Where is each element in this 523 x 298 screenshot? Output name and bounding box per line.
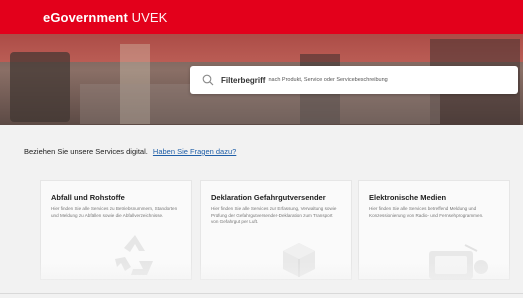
card-description: Hier finden Sie alle Services zur Erfass… <box>211 206 337 224</box>
brand-name: eGovernment <box>43 9 128 25</box>
card-title: Elektronische Medien <box>369 193 447 202</box>
card-description: Hier finden Sie alle Services zu Betrieb… <box>51 206 178 218</box>
search-icon <box>202 74 214 86</box>
divider <box>0 293 523 294</box>
intro-sentence: Beziehen Sie unsere Services digital. <box>24 147 148 156</box>
search-placeholder: nach Produkt, Service oder Servicebeschr… <box>268 77 388 83</box>
card-description: Hier finden Sie alle Services betreffend… <box>369 206 484 218</box>
top-bar: eGovernment UVEK <box>0 0 523 34</box>
card-title: Abfall und Rohstoffe <box>51 193 125 202</box>
brand-logo[interactable]: eGovernment UVEK <box>43 10 167 25</box>
faq-link[interactable]: Haben Sie Fragen dazu? <box>153 147 236 156</box>
search-input[interactable]: Filterbegriff nach Produkt, Service oder… <box>190 66 518 94</box>
intro-text: Beziehen Sie unsere Services digital. Ha… <box>24 147 236 156</box>
card-title: Deklaration Gefahrgutversender <box>211 193 326 202</box>
search-label: Filterbegriff <box>221 75 266 85</box>
brand-suffix: UVEK <box>131 9 168 25</box>
